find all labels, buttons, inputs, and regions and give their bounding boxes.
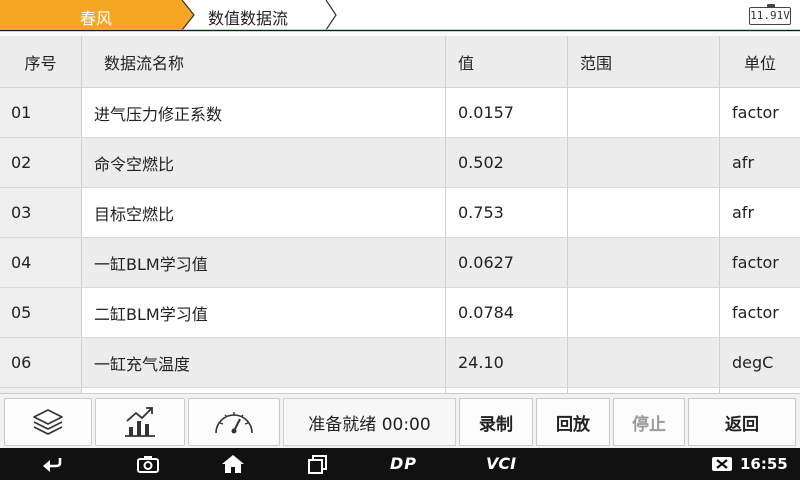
header-range: 范围 — [568, 36, 720, 87]
chart-button[interactable] — [95, 398, 185, 446]
table-row[interactable]: 05 二缸BLM学习值 0.0784 factor — [0, 288, 800, 338]
vci-label[interactable]: VCI — [486, 454, 516, 473]
row-name: 命令空燃比 — [82, 138, 446, 187]
breadcrumb-item-data-stream[interactable]: 数值数据流 — [188, 0, 338, 30]
row-range — [568, 138, 720, 187]
breadcrumb-label-2: 数值数据流 — [208, 9, 289, 28]
row-unit: afr — [732, 153, 755, 172]
row-value: 0.753 — [446, 188, 568, 237]
breadcrumb-label-1: 春风 — [80, 9, 113, 28]
header-unit: 单位 — [743, 53, 776, 73]
row-no: 01 — [0, 88, 82, 137]
gauge-button[interactable] — [188, 398, 280, 446]
stop-button[interactable]: 停止 — [613, 398, 685, 446]
row-no: 05 — [0, 288, 82, 337]
no-sim-icon — [712, 457, 732, 471]
breadcrumb-item-chunfeng[interactable]: 春风 — [0, 0, 195, 30]
record-button[interactable]: 录制 — [459, 398, 533, 446]
data-stream-table[interactable]: 序号 数据流名称 值 范围 单位 01 进气压力修正系数 0.0157 fact… — [0, 31, 800, 393]
layers-icon — [33, 409, 63, 435]
row-name: 目标空燃比 — [82, 188, 446, 237]
clock: 16:55 — [740, 455, 788, 473]
header-no: 序号 — [0, 36, 82, 87]
recents-icon[interactable] — [306, 454, 330, 474]
row-no: 02 — [0, 138, 82, 187]
table-row[interactable]: 04 一缸BLM学习值 0.0627 factor — [0, 238, 800, 288]
row-unit: factor — [732, 303, 779, 322]
row-unit: degC — [732, 353, 774, 372]
header-name: 数据流名称 — [82, 36, 446, 87]
bottom-toolbar: 准备就绪 00:00 录制 回放 停止 返回 — [0, 393, 800, 448]
row-value: 24.10 — [446, 338, 568, 387]
layers-button[interactable] — [4, 398, 92, 446]
row-unit: factor — [732, 253, 779, 272]
table-row[interactable]: 03 目标空燃比 0.753 afr — [0, 188, 800, 238]
row-range — [568, 288, 720, 337]
recording-status: 准备就绪 00:00 — [283, 398, 456, 446]
row-range — [568, 238, 720, 287]
battery-voltage-indicator: 11.91V — [749, 4, 791, 25]
dp-label[interactable]: DP — [390, 454, 417, 473]
header-value: 值 — [446, 36, 568, 87]
breadcrumb-underline — [0, 29, 800, 30]
row-value: 0.502 — [446, 138, 568, 187]
row-name: 一缸充气温度 — [82, 338, 446, 387]
row-range — [568, 188, 720, 237]
row-name: 进气压力修正系数 — [82, 88, 446, 137]
row-name: 一缸BLM学习值 — [82, 238, 446, 287]
back-button[interactable]: 返回 — [688, 398, 796, 446]
playback-button[interactable]: 回放 — [536, 398, 610, 446]
row-no: 06 — [0, 338, 82, 387]
chart-icon — [125, 407, 155, 437]
row-unit: factor — [732, 103, 779, 122]
camera-icon[interactable] — [136, 454, 160, 474]
row-range — [568, 338, 720, 387]
row-unit: afr — [732, 203, 755, 222]
row-value: 0.0157 — [446, 88, 568, 137]
table-header: 序号 数据流名称 值 范围 单位 — [0, 36, 800, 88]
battery-cap — [767, 4, 775, 7]
top-breadcrumb-bar: 春风 数值数据流 11.91V — [0, 0, 800, 30]
table-row[interactable]: 01 进气压力修正系数 0.0157 factor — [0, 88, 800, 138]
row-range — [568, 88, 720, 137]
row-no: 03 — [0, 188, 82, 237]
table-row[interactable]: 06 一缸充气温度 24.10 degC — [0, 338, 800, 388]
row-value: 0.0784 — [446, 288, 568, 337]
battery-voltage-value: 11.91V — [750, 9, 790, 22]
row-name: 二缸BLM学习值 — [82, 288, 446, 337]
row-no: 04 — [0, 238, 82, 287]
row-value: 0.0627 — [446, 238, 568, 287]
back-icon[interactable] — [40, 454, 64, 474]
system-nav-bar: DP VCI 16:55 — [0, 448, 800, 480]
table-row[interactable]: 02 命令空燃比 0.502 afr — [0, 138, 800, 188]
gauge-icon — [215, 412, 253, 434]
wifi-icon — [688, 460, 697, 471]
home-icon[interactable] — [221, 454, 245, 474]
